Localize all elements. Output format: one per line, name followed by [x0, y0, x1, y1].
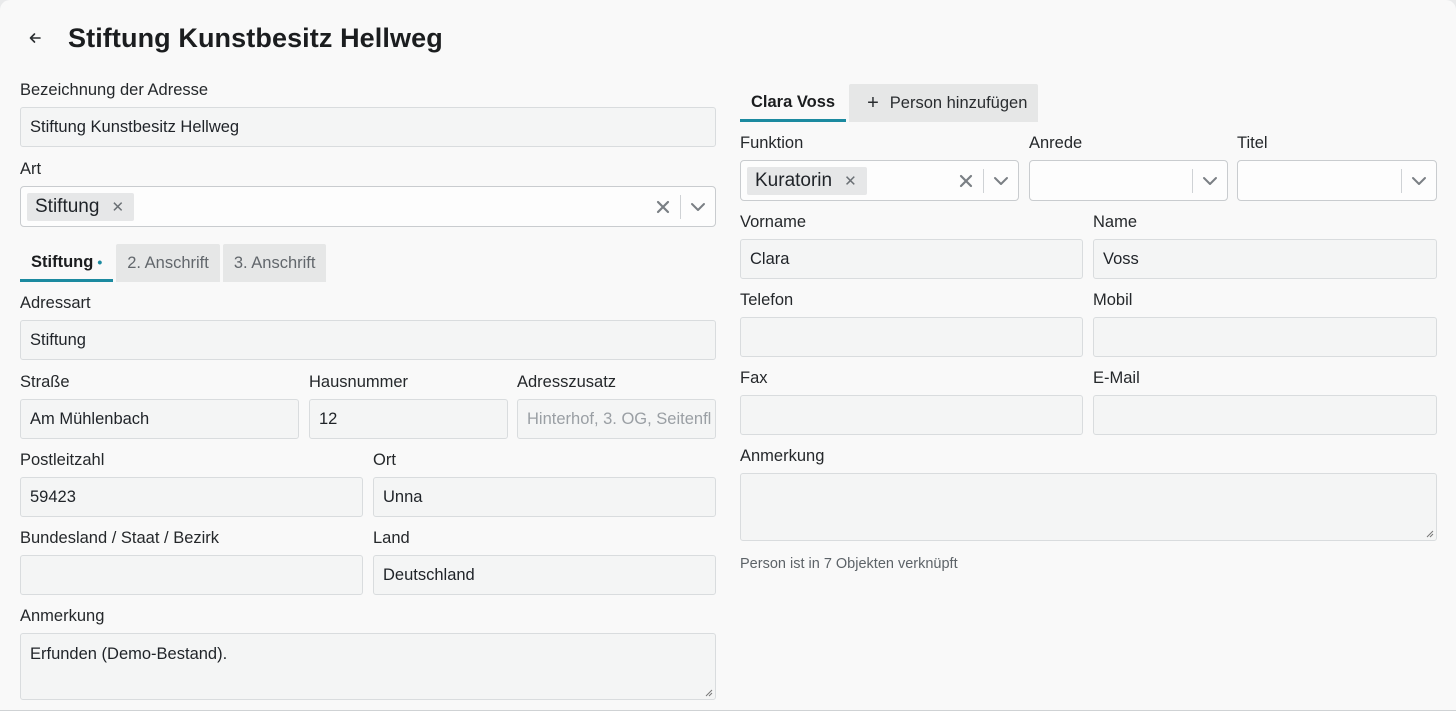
land-label: Land [373, 529, 410, 547]
remove-chip-icon[interactable]: ✕ [111, 198, 124, 216]
hausnummer-input[interactable]: 12 [309, 399, 508, 439]
telefon-label: Telefon [740, 291, 794, 309]
tab-person-clara-voss[interactable]: Clara Voss [740, 83, 847, 122]
tab-stiftung-label: Stiftung [31, 252, 94, 271]
telefon-input[interactable] [740, 317, 1083, 357]
person-anmerkung-textarea[interactable] [740, 473, 1437, 541]
bezeichnung-label: Bezeichnung der Adresse [20, 81, 209, 99]
bundesland-input[interactable] [20, 555, 363, 595]
adressart-input[interactable]: Stiftung [20, 320, 716, 360]
fax-label: Fax [740, 369, 768, 387]
anmerkung-textarea[interactable]: Erfunden (Demo-Bestand). [20, 633, 716, 700]
address-tabs: Stiftung • 2. Anschrift 3. Anschrift [20, 242, 716, 282]
art-chip-label: Stiftung [35, 195, 100, 217]
remove-chip-icon[interactable]: ✕ [844, 172, 857, 190]
mobil-label: Mobil [1093, 291, 1133, 309]
address-form: Bezeichnung der Adresse Stiftung Kunstbe… [20, 80, 716, 700]
bundesland-label: Bundesland / Staat / Bezirk [20, 529, 220, 547]
adresszusatz-input[interactable]: Hinterhof, 3. OG, Seitenfl [517, 399, 716, 439]
mobil-input[interactable] [1093, 317, 1437, 357]
funktion-label: Funktion [740, 134, 804, 152]
ort-input[interactable]: Unna [373, 477, 716, 517]
person-anmerkung-label: Anmerkung [740, 447, 825, 465]
strasse-label: Straße [20, 373, 70, 391]
add-person-label: Person hinzufügen [889, 93, 1028, 112]
email-label: E-Mail [1093, 369, 1140, 387]
titel-select[interactable] [1237, 160, 1437, 201]
hausnummer-label: Hausnummer [309, 373, 409, 391]
vorname-label: Vorname [740, 213, 807, 231]
clear-icon[interactable] [949, 174, 983, 188]
resize-handle-icon[interactable] [703, 687, 713, 697]
tab-2-anschrift-label: 2. Anschrift [127, 253, 209, 272]
ort-label: Ort [373, 451, 396, 469]
anrede-select[interactable] [1029, 160, 1228, 201]
adressart-label: Adressart [20, 294, 91, 312]
art-select[interactable]: Stiftung ✕ [20, 186, 716, 227]
person-form: Clara Voss + Person hinzufügen Funktion … [740, 84, 1437, 572]
chevron-down-icon[interactable] [984, 176, 1018, 186]
add-person-button[interactable]: + Person hinzufügen [849, 84, 1039, 122]
anmerkung-label: Anmerkung [20, 607, 105, 625]
back-button[interactable] [20, 23, 50, 53]
fax-input[interactable] [740, 395, 1083, 435]
person-tabs: Clara Voss + Person hinzufügen [740, 84, 1437, 122]
arrow-left-icon [29, 33, 41, 43]
chevron-down-icon[interactable] [1402, 176, 1436, 186]
linked-objects-info: Person ist in 7 Objekten verknüpft [740, 556, 958, 572]
adresszusatz-label: Adresszusatz [517, 373, 617, 391]
chevron-down-icon[interactable] [1193, 176, 1227, 186]
page-title: Stiftung Kunstbesitz Hellweg [68, 22, 443, 53]
tab-stiftung[interactable]: Stiftung • [20, 242, 114, 282]
resize-handle-icon[interactable] [1424, 528, 1434, 538]
tab-3-anschrift[interactable]: 3. Anschrift [222, 244, 327, 282]
funktion-chip: Kuratorin ✕ [747, 166, 867, 195]
anmerkung-text: Erfunden (Demo-Bestand). [30, 645, 228, 663]
name-input[interactable]: Voss [1093, 239, 1437, 279]
art-label: Art [20, 160, 42, 178]
funktion-chip-label: Kuratorin [755, 169, 833, 191]
titel-label: Titel [1237, 134, 1268, 152]
clear-icon[interactable] [646, 200, 680, 214]
bezeichnung-input[interactable]: Stiftung Kunstbesitz Hellweg [20, 107, 716, 147]
strasse-input[interactable]: Am Mühlenbach [20, 399, 299, 439]
address-editor-window: Stiftung Kunstbesitz Hellweg Bezeichnung… [0, 0, 1456, 711]
page-header: Stiftung Kunstbesitz Hellweg [20, 18, 443, 58]
anrede-label: Anrede [1029, 134, 1083, 152]
land-input[interactable]: Deutschland [373, 555, 716, 595]
tab-3-anschrift-label: 3. Anschrift [233, 253, 316, 272]
vorname-input[interactable]: Clara [740, 239, 1083, 279]
art-chip: Stiftung ✕ [27, 192, 135, 221]
plz-input[interactable]: 59423 [20, 477, 363, 517]
modified-dot: • [97, 254, 103, 270]
plz-label: Postleitzahl [20, 451, 105, 469]
tab-person-label: Clara Voss [751, 93, 836, 111]
name-label: Name [1093, 213, 1138, 231]
funktion-select[interactable]: Kuratorin ✕ [740, 160, 1019, 201]
email-input[interactable] [1093, 395, 1437, 435]
tab-2-anschrift[interactable]: 2. Anschrift [116, 244, 220, 282]
chevron-down-icon[interactable] [681, 202, 715, 212]
plus-icon: + [867, 91, 879, 114]
